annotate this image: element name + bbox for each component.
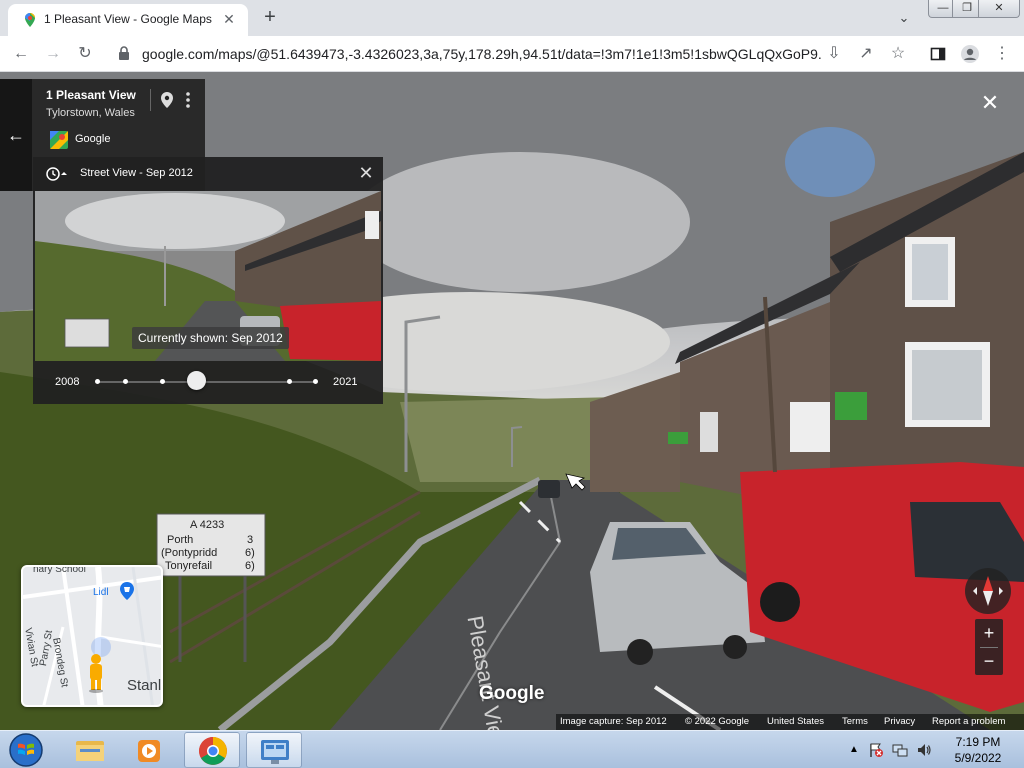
- minimap[interactable]: nary School Lidl Vivian St Brondeg St Pa…: [21, 565, 163, 707]
- history-clock-icon[interactable]: [45, 166, 67, 182]
- country-link[interactable]: United States: [767, 716, 824, 727]
- copyright-text: © 2022 Google: [685, 716, 750, 727]
- profile-avatar-icon[interactable]: [958, 42, 982, 66]
- timeline-start-year: 2008: [55, 376, 80, 388]
- address-bar[interactable]: google.com/maps/@51.6439473,-3.4326023,3…: [108, 40, 828, 68]
- volume-icon[interactable]: [916, 742, 932, 758]
- tab-strip: 1 Pleasant View - Google Maps ✕ + ⌄ — ❐ …: [0, 0, 1024, 36]
- privacy-link[interactable]: Privacy: [884, 716, 915, 727]
- exit-street-view-button[interactable]: ✕: [978, 91, 1002, 115]
- browser-toolbar: ← → ↻ google.com/maps/@51.6439473,-3.432…: [0, 36, 1024, 72]
- more-options-icon[interactable]: [184, 91, 192, 109]
- zoom-control: + −: [975, 619, 1003, 675]
- system-tray: ▲ 7:19 PM 5/9/2022: [840, 731, 1024, 768]
- zoom-out-button[interactable]: −: [975, 647, 1003, 675]
- forward-arrow-icon[interactable]: →: [41, 42, 65, 66]
- zoom-in-button[interactable]: +: [975, 619, 1003, 647]
- time-travel-title: Street View - Sep 2012: [80, 167, 193, 179]
- reload-icon[interactable]: ↻: [73, 42, 97, 66]
- report-problem-link[interactable]: Report a problem: [932, 716, 1005, 727]
- clock-date[interactable]: 5/9/2022: [948, 751, 1008, 765]
- road-sign-line3-distance: 6): [245, 560, 255, 572]
- map-footer: Image capture: Sep 2012 © 2022 Google Un…: [556, 714, 1024, 730]
- road-sign-route: A 4233: [190, 519, 224, 531]
- road-sign-line2-place: (Pontypridd: [161, 547, 217, 559]
- timeline-dot[interactable]: [287, 379, 292, 384]
- place-title: 1 Pleasant View: [46, 88, 136, 102]
- timeline-dot[interactable]: [160, 379, 165, 384]
- place-card-divider: [150, 89, 151, 111]
- tab-search-chevron-icon[interactable]: ⌄: [894, 8, 914, 28]
- lock-icon[interactable]: [118, 46, 130, 60]
- pegman-icon[interactable]: [85, 653, 107, 693]
- currently-shown-tooltip: Currently shown: Sep 2012: [132, 327, 289, 349]
- tab-google-maps[interactable]: 1 Pleasant View - Google Maps ✕: [8, 4, 248, 36]
- side-panel-icon[interactable]: [926, 42, 950, 66]
- timeline-slider-knob[interactable]: [186, 371, 206, 390]
- time-travel-panel: Street View - Sep 2012 ✕ Currently shown…: [33, 157, 383, 404]
- road-sign-line1-distance: 3: [247, 534, 253, 546]
- taskbar-media-player-icon[interactable]: [122, 732, 178, 768]
- share-icon[interactable]: ↗: [854, 42, 878, 66]
- road-sign-line1-place: Porth: [167, 534, 193, 546]
- browser-menu-icon[interactable]: ⋮: [990, 42, 1014, 66]
- taskbar-chrome-icon[interactable]: [184, 732, 240, 768]
- time-travel-preview[interactable]: Currently shown: Sep 2012: [35, 191, 381, 361]
- compass-icon[interactable]: [965, 568, 1011, 614]
- window-close-button[interactable]: ✕: [978, 0, 1020, 18]
- map-label-stanl: Stanl: [127, 677, 162, 694]
- taskbar-explorer-icon[interactable]: [62, 732, 118, 768]
- install-app-icon[interactable]: ⇩: [822, 42, 846, 66]
- map-label-school: nary School: [33, 565, 86, 575]
- google-maps-logo-icon: [50, 131, 68, 149]
- timeline-dot[interactable]: [313, 379, 318, 384]
- timeline-end-year: 2021: [333, 376, 358, 388]
- shopping-pin-icon[interactable]: [119, 581, 135, 601]
- terms-link[interactable]: Terms: [842, 716, 868, 727]
- action-center-flag-icon[interactable]: [868, 742, 884, 758]
- tab-close-icon[interactable]: ✕: [220, 10, 238, 28]
- taskbar-remote-app-icon[interactable]: [246, 732, 302, 768]
- timeline-dot[interactable]: [95, 379, 100, 384]
- back-arrow-icon[interactable]: ←: [9, 42, 33, 66]
- timeline-dot[interactable]: [123, 379, 128, 384]
- show-hidden-icons-icon[interactable]: ▲: [846, 742, 862, 758]
- timeline-track[interactable]: [97, 381, 317, 383]
- windows-start-icon[interactable]: [6, 732, 46, 768]
- image-capture-date: Image capture: Sep 2012: [560, 716, 667, 727]
- attribution-text: Google: [75, 133, 111, 145]
- location-pin-icon[interactable]: [160, 91, 174, 109]
- google-maps-favicon-icon: [25, 13, 35, 27]
- tab-title: 1 Pleasant View - Google Maps: [44, 12, 212, 26]
- map-label-lidl: Lidl: [93, 587, 109, 598]
- network-icon[interactable]: [892, 742, 908, 758]
- windows-taskbar: ▲ 7:19 PM 5/9/2022: [0, 730, 1024, 768]
- screen: 1 Pleasant View - Google Maps ✕ + ⌄ — ❐ …: [0, 0, 1024, 768]
- place-subtitle: Tylorstown, Wales: [46, 107, 135, 119]
- time-travel-close-button[interactable]: ✕: [357, 164, 375, 182]
- bookmark-star-icon[interactable]: ☆: [886, 42, 910, 66]
- road-sign-line2-distance: 6): [245, 547, 255, 559]
- road-sign-line3-place: Tonyrefail: [165, 560, 212, 572]
- clock-time[interactable]: 7:19 PM: [948, 735, 1008, 749]
- new-tab-button[interactable]: +: [258, 6, 282, 30]
- back-to-map-button[interactable]: ←: [0, 79, 32, 191]
- google-logo: Google: [479, 683, 545, 704]
- url-text[interactable]: google.com/maps/@51.6439473,-3.4326023,3…: [142, 46, 822, 62]
